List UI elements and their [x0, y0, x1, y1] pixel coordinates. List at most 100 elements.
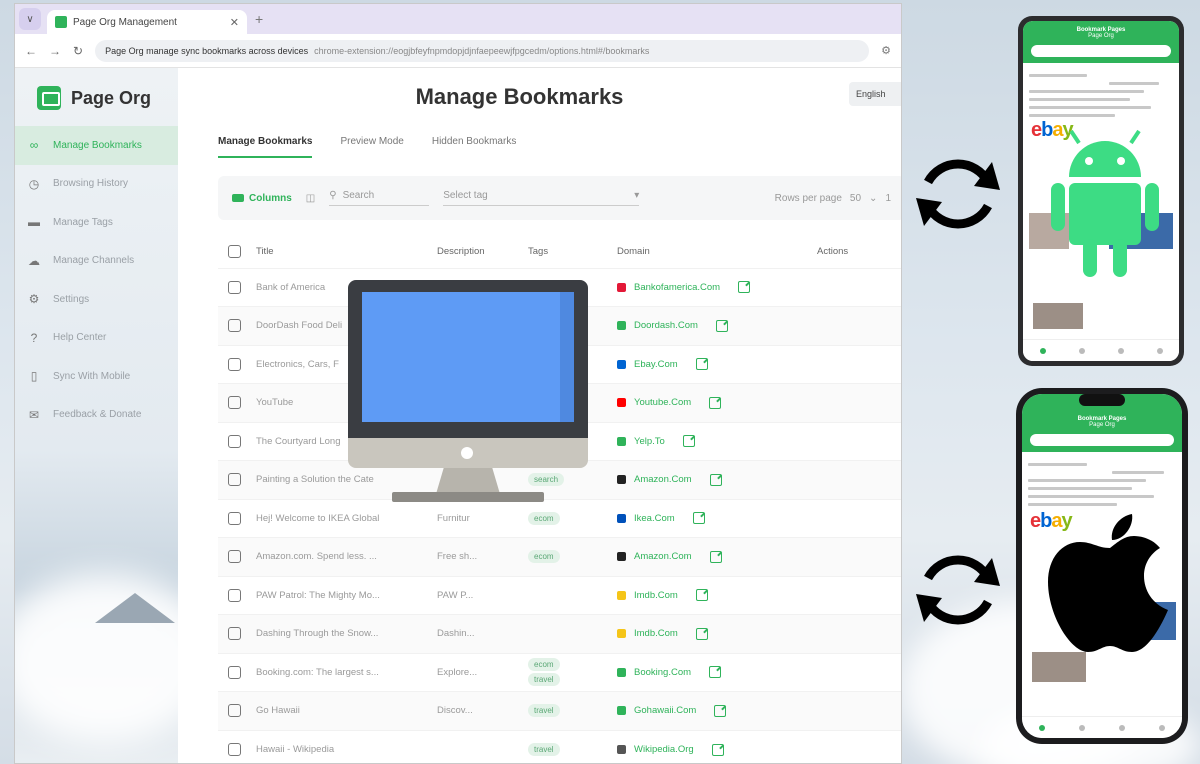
sidebar-item-manage-tags[interactable]: ▬ Manage Tags	[15, 203, 178, 242]
table-row[interactable]: Booking.com: The largest s... Explore... e…	[218, 652, 901, 692]
row-checkbox[interactable]	[228, 280, 241, 294]
select-all-checkbox[interactable]	[228, 245, 241, 259]
bookmark-title[interactable]: Hawaii - Wikipedia	[256, 729, 437, 763]
density-icon[interactable]: ◫	[306, 193, 315, 204]
tag-chip[interactable]: ecom	[528, 550, 560, 564]
bookmark-domain[interactable]: Youtube.Com	[634, 397, 691, 408]
bookmark-domain[interactable]: Doordash.Com	[634, 320, 698, 331]
bookmark-domain[interactable]: Imdb.Com	[634, 628, 678, 639]
sidebar-item-browsing-history[interactable]: ◷ Browsing History	[15, 165, 178, 204]
extensions-icon[interactable]: ⚙	[881, 44, 891, 57]
open-link-icon[interactable]	[714, 704, 727, 717]
open-link-icon[interactable]	[709, 396, 722, 409]
row-checkbox[interactable]	[228, 743, 241, 756]
table-row[interactable]: Go Hawaii Discov... travel Gohawaii.Com	[218, 691, 901, 730]
columns-button[interactable]: Columns	[232, 193, 292, 204]
row-checkbox[interactable]	[228, 627, 241, 641]
tag-chip[interactable]: travel	[528, 704, 560, 718]
bookmark-title[interactable]: Dashing Through the Snow...	[256, 614, 437, 653]
row-checkbox[interactable]	[228, 357, 241, 371]
sidebar-item-manage-bookmarks[interactable]: ∞ Manage Bookmarks	[15, 126, 178, 165]
rows-per-page-select[interactable]: 50	[850, 193, 861, 204]
tab-manage-bookmarks[interactable]: Manage Bookmarks	[218, 136, 313, 158]
open-link-icon[interactable]	[709, 550, 722, 563]
bookmark-domain[interactable]: Amazon.Com	[634, 474, 692, 485]
domain-favicon-icon	[617, 436, 626, 446]
bookmark-domain[interactable]: Booking.Com	[634, 667, 691, 678]
url-field[interactable]: Page Org manage sync bookmarks across de…	[95, 39, 870, 62]
bookmark-domain[interactable]: Wikipedia.Org	[634, 744, 694, 755]
open-link-icon[interactable]	[695, 627, 708, 640]
sidebar-mountain	[95, 593, 175, 623]
table-row[interactable]: PAW Patrol: The Mighty Mo... PAW P... Imdb…	[218, 575, 901, 615]
url-host: Page Org manage sync bookmarks across de…	[105, 45, 309, 56]
row-checkbox[interactable]	[228, 473, 241, 487]
bookmarks-icon: ∞	[29, 138, 39, 153]
close-icon[interactable]: ✕	[230, 16, 239, 29]
row-checkbox[interactable]	[228, 588, 241, 602]
tab-preview-mode[interactable]: Preview Mode	[340, 136, 403, 158]
bookmark-domain[interactable]: Yelp.To	[634, 436, 665, 447]
search-input[interactable]: ⚲ Search	[329, 190, 430, 206]
row-checkbox[interactable]	[228, 511, 241, 525]
bookmark-domain[interactable]: Imdb.Com	[634, 590, 678, 601]
open-link-icon[interactable]	[682, 435, 695, 448]
new-tab-button[interactable]: +	[255, 11, 263, 27]
brand[interactable]: Page Org	[15, 68, 178, 116]
sidebar-item-manage-channels[interactable]: ☁ Manage Channels	[15, 242, 178, 281]
browser-tab[interactable]: Page Org Management ✕	[47, 10, 247, 34]
sidebar-item-feedback[interactable]: ✉ Feedback & Donate	[15, 396, 178, 435]
bookmark-domain[interactable]: Ebay.Com	[634, 359, 678, 370]
tab-search-button[interactable]: ∨	[19, 8, 41, 30]
back-button[interactable]: ←	[25, 44, 37, 58]
tag-chip[interactable]: travel	[528, 743, 560, 756]
column-header-title[interactable]: Title	[256, 236, 437, 268]
domain-favicon-icon	[617, 398, 626, 408]
sidebar-item-help-center[interactable]: ? Help Center	[15, 319, 178, 358]
sidebar-item-label: Manage Bookmarks	[53, 139, 142, 151]
tag-select[interactable]: Select tag ▾	[443, 190, 640, 206]
row-select-cell	[218, 498, 256, 538]
row-checkbox[interactable]	[228, 550, 241, 564]
bookmark-title[interactable]: Go Hawaii	[256, 691, 437, 730]
sidebar-item-sync-mobile[interactable]: ▯ Sync With Mobile	[15, 357, 178, 396]
tab-hidden-bookmarks[interactable]: Hidden Bookmarks	[432, 136, 516, 158]
row-checkbox[interactable]	[228, 319, 241, 333]
column-header-domain[interactable]: Domain	[617, 236, 817, 268]
bookmark-title[interactable]: PAW Patrol: The Mighty Mo...	[256, 575, 437, 615]
column-header-tags[interactable]: Tags	[528, 236, 617, 268]
bookmark-domain[interactable]: Ikea.Com	[634, 513, 675, 524]
chevron-down-icon: ▾	[634, 190, 640, 201]
open-link-icon[interactable]	[715, 319, 728, 332]
table-row[interactable]: Amazon.com. Spend less. ... Free sh... eco…	[218, 537, 901, 576]
row-checkbox[interactable]	[228, 665, 241, 679]
forward-button[interactable]: →	[49, 44, 61, 58]
column-header-description[interactable]: Description	[437, 236, 528, 268]
row-checkbox[interactable]	[228, 704, 241, 718]
row-checkbox[interactable]	[228, 434, 241, 448]
reload-button[interactable]: ↻	[73, 44, 83, 58]
open-link-icon[interactable]	[695, 358, 708, 371]
open-link-icon[interactable]	[695, 589, 708, 602]
open-link-icon[interactable]	[711, 743, 724, 756]
tag-chip[interactable]: travel	[528, 673, 560, 687]
row-actions	[817, 306, 901, 345]
bookmark-domain[interactable]: Gohawaii.Com	[634, 705, 696, 716]
table-row[interactable]: Hawaii - Wikipedia travel Wikipedia.Org	[218, 729, 901, 763]
open-link-icon[interactable]	[709, 666, 722, 679]
sidebar-item-settings[interactable]: ⚙ Settings	[15, 280, 178, 319]
bookmark-title[interactable]: Amazon.com. Spend less. ...	[256, 537, 437, 576]
bookmark-domain[interactable]: Bankofamerica.Com	[634, 282, 720, 293]
select-all-cell	[218, 236, 256, 268]
tag-chip[interactable]: ecom	[528, 658, 560, 672]
bookmark-title[interactable]: Booking.com: The largest s...	[256, 652, 437, 692]
page-title: Manage Bookmarks	[415, 84, 624, 109]
table-row[interactable]: Dashing Through the Snow... Dashin... Imdb…	[218, 614, 901, 653]
open-link-icon[interactable]	[738, 281, 751, 294]
open-link-icon[interactable]	[692, 512, 705, 525]
language-button[interactable]: English	[849, 82, 901, 106]
tag-chip[interactable]: ecom	[528, 511, 560, 525]
bookmark-domain[interactable]: Amazon.Com	[634, 551, 692, 562]
row-checkbox[interactable]	[228, 396, 241, 410]
open-link-icon[interactable]	[709, 473, 722, 486]
